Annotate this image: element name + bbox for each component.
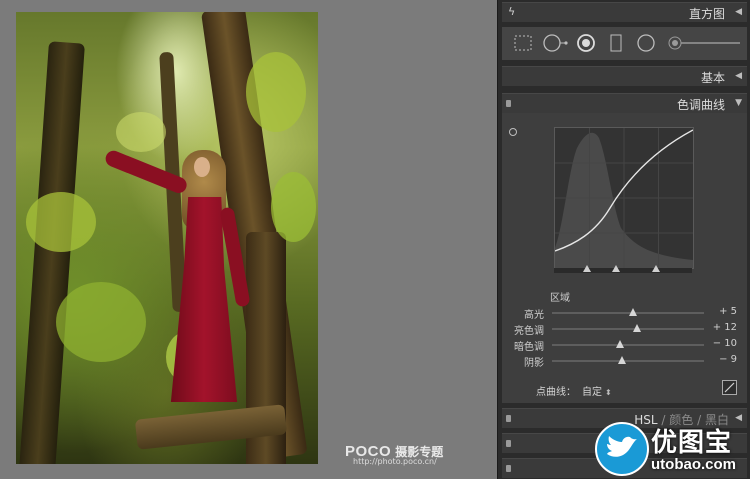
collapse-triangle-icon[interactable]: ◀ (735, 71, 742, 81)
histogram-header[interactable]: ϟ 直方图 ◀ (502, 2, 747, 22)
red-eye-icon[interactable] (576, 33, 596, 53)
slider-label: 高光 (524, 310, 544, 321)
radial-filter-icon[interactable] (636, 33, 656, 53)
panel-switch-icon[interactable] (506, 440, 511, 447)
adjustment-brush-icon[interactable] (668, 36, 742, 50)
slider-knob[interactable] (628, 308, 637, 316)
slider-track[interactable] (552, 340, 704, 348)
region-title: 区域 (550, 293, 570, 304)
tree-trunk (19, 41, 85, 464)
split-point-knob[interactable] (583, 265, 592, 272)
logo-text: 优图宝 (651, 428, 733, 458)
point-curve-select[interactable]: 点曲线： 自定 ⬍ (536, 383, 612, 398)
panel-switch-icon[interactable] (506, 415, 511, 422)
graduated-filter-icon[interactable] (610, 34, 622, 52)
basic-title: 基本 (700, 71, 725, 85)
collapse-triangle-icon[interactable]: ◀ (735, 7, 742, 17)
edit-point-curve-icon[interactable] (722, 380, 737, 395)
tone-curve-header[interactable]: 色调曲线 ▼ (502, 93, 747, 113)
image-canvas[interactable]: POCO 摄影专题 http://photo.poco.cn/ (0, 0, 497, 479)
slider-label: 阴影 (524, 358, 544, 369)
chevron-updown-icon[interactable]: ⬍ (605, 388, 612, 397)
foliage (271, 172, 316, 242)
split-point-knob[interactable] (652, 265, 661, 272)
slider-track[interactable] (552, 308, 704, 316)
slider-track[interactable] (552, 356, 704, 364)
tone-curve-graph[interactable] (554, 127, 694, 269)
curve-svg[interactable] (555, 128, 693, 268)
utobao-logo: 优图宝 utobao.com (593, 418, 750, 479)
tone-curve-title: 色调曲线 (676, 98, 725, 112)
slider-knob[interactable] (633, 324, 642, 332)
panel-switch-icon[interactable] (506, 465, 511, 472)
point-curve-value[interactable]: 自定 (582, 387, 602, 398)
develop-right-panel: ϟ 直方图 ◀ 基本 ◀ 色调曲线 ▼ 区域 高光 + 5 亮色调 + 12 暗… (497, 0, 750, 479)
slider-label: 亮色调 (514, 326, 544, 337)
split-point-track (554, 268, 692, 273)
slider-value: + 12 (712, 322, 737, 333)
poco-watermark: POCO 摄影专题 http://photo.poco.cn/ (345, 441, 443, 466)
photo-preview[interactable] (16, 12, 318, 464)
shadows-slider[interactable]: 阴影 − 9 (502, 354, 747, 369)
bird-icon (607, 436, 637, 457)
basic-header[interactable]: 基本 ◀ (502, 66, 747, 86)
expand-triangle-icon[interactable]: ▼ (735, 98, 742, 108)
foliage (246, 52, 306, 132)
point-curve-label: 点曲线： (536, 387, 576, 398)
histogram-title: 直方图 (688, 7, 725, 21)
darks-slider[interactable]: 暗色调 − 10 (502, 338, 747, 353)
foliage (26, 192, 96, 252)
slider-knob[interactable] (616, 340, 625, 348)
slider-knob[interactable] (617, 356, 626, 364)
lightning-icon[interactable]: ϟ (508, 5, 515, 18)
watermark-url: http://photo.poco.cn/ (353, 457, 437, 466)
slider-track[interactable] (552, 324, 704, 332)
tone-curve-panel: 区域 高光 + 5 亮色调 + 12 暗色调 − 10 阴影 − 9 点曲线： 自… (502, 113, 747, 403)
foliage (116, 112, 166, 152)
highlights-slider[interactable]: 高光 + 5 (502, 306, 747, 321)
lights-slider[interactable]: 亮色调 + 12 (502, 322, 747, 337)
tool-strip (502, 27, 747, 60)
slider-value: − 9 (719, 354, 737, 365)
spot-removal-icon[interactable] (542, 33, 568, 53)
target-adjust-icon[interactable] (508, 127, 518, 137)
slider-label: 暗色调 (514, 342, 544, 353)
split-point-knob[interactable] (612, 265, 621, 272)
foliage (56, 282, 146, 362)
slider-value: + 5 (719, 306, 737, 317)
slider-value: − 10 (712, 338, 737, 349)
crop-overlay-icon[interactable] (514, 35, 532, 51)
bird-logo-icon (595, 422, 649, 476)
panel-switch-icon[interactable] (506, 100, 511, 107)
logo-url: utobao.com (651, 456, 736, 473)
woman-face (194, 157, 210, 177)
